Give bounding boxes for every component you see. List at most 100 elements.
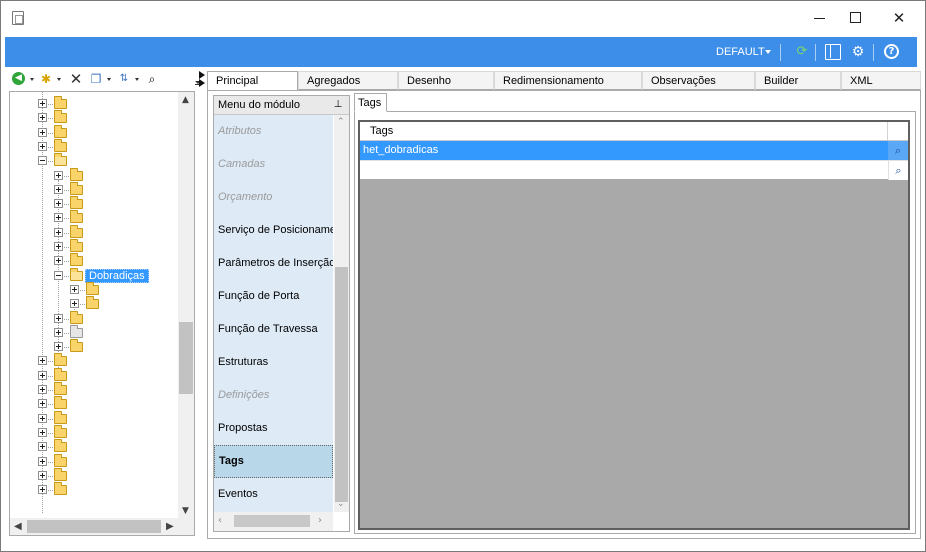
tree-node[interactable] — [10, 339, 178, 354]
module-item-funcao-porta[interactable]: Função de Porta — [214, 280, 333, 313]
expand-icon[interactable] — [38, 399, 47, 409]
tab-redimensionamento[interactable]: Redimensionamento — [494, 71, 642, 90]
module-item-estruturas[interactable]: Estruturas — [214, 346, 333, 379]
expand-icon[interactable] — [54, 170, 63, 180]
tree-node[interactable] — [10, 196, 178, 211]
expand-icon[interactable] — [38, 470, 47, 480]
scroll-up-icon[interactable]: ⌃ — [337, 117, 345, 127]
scrollbar-thumb[interactable] — [27, 520, 161, 533]
expand-icon[interactable] — [38, 370, 47, 380]
tree-node[interactable] — [10, 110, 178, 125]
expand-icon[interactable] — [54, 227, 63, 237]
tab-builder[interactable]: Builder — [755, 71, 841, 90]
expand-icon[interactable] — [54, 342, 63, 352]
expand-icon[interactable] — [38, 113, 47, 123]
expand-icon[interactable] — [38, 356, 47, 366]
tree-node[interactable] — [10, 224, 178, 240]
back-icon[interactable]: ◀ — [12, 72, 25, 85]
tree-node[interactable] — [10, 296, 178, 311]
refresh-icon[interactable]: ⟳ — [794, 44, 810, 60]
delete-icon[interactable]: ✕ — [69, 72, 83, 87]
tree-node[interactable] — [10, 138, 178, 154]
expand-icon[interactable] — [54, 199, 63, 209]
tree-node[interactable] — [10, 382, 178, 397]
minimize-button[interactable] — [808, 7, 832, 29]
scroll-left-icon[interactable]: ◀ — [14, 521, 22, 532]
tree-node[interactable] — [10, 482, 178, 497]
module-item-tags[interactable]: Tags — [214, 445, 333, 478]
tree-node[interactable] — [10, 210, 178, 225]
gears-icon[interactable]: ⚙ — [850, 44, 866, 60]
binoculars-icon[interactable]: ⌕ — [888, 161, 908, 180]
tree-node[interactable] — [10, 281, 178, 297]
expand-icon[interactable] — [38, 127, 47, 137]
folder-tree[interactable]: ▲ ▼ ◀ ▶ Dobradiças — [9, 91, 195, 536]
scrollbar-thumb[interactable] — [234, 515, 310, 527]
sort-dropdown[interactable] — [135, 78, 139, 81]
expand-icon[interactable] — [38, 485, 47, 495]
binoculars-icon[interactable]: ⌕ — [888, 141, 908, 160]
tab-tags[interactable]: Tags — [354, 93, 387, 112]
expand-icon[interactable] — [38, 385, 47, 394]
maximize-button[interactable] — [844, 7, 868, 29]
expand-icon[interactable] — [70, 299, 79, 309]
pin-icon[interactable]: ⊥ — [333, 99, 343, 111]
tree-node-label[interactable]: Dobradiças — [85, 268, 149, 283]
tree-node[interactable] — [10, 367, 178, 383]
expand-icon[interactable] — [54, 213, 63, 223]
scroll-up-icon[interactable]: ▲ — [181, 96, 190, 105]
expand-icon[interactable] — [54, 327, 63, 337]
tree-node[interactable] — [10, 253, 178, 268]
grid-column-header[interactable]: Tags — [360, 122, 908, 141]
expand-icon[interactable] — [54, 242, 63, 251]
expand-icon[interactable] — [38, 442, 47, 452]
copy-dropdown[interactable] — [107, 78, 111, 81]
splitter-handle[interactable] — [199, 71, 205, 87]
expand-icon[interactable] — [38, 99, 47, 108]
tree-vertical-scrollbar[interactable]: ▲ ▼ — [178, 92, 194, 519]
tree-node[interactable] — [10, 396, 178, 411]
new-folder-icon[interactable]: ✱ — [39, 72, 53, 86]
tree-node[interactable] — [10, 453, 178, 469]
help-icon[interactable]: ? — [884, 44, 899, 59]
chevron-down-icon[interactable] — [765, 50, 771, 54]
expand-icon[interactable] — [54, 256, 63, 266]
tree-node[interactable] — [10, 96, 178, 111]
tab-agregados[interactable]: Agregados — [298, 71, 398, 90]
tab-observacoes[interactable]: Observações — [642, 71, 755, 90]
layout-icon[interactable] — [825, 44, 841, 60]
tree-node[interactable] — [10, 124, 178, 140]
new-folder-dropdown[interactable] — [57, 78, 61, 81]
module-item-funcao-travessa[interactable]: Função de Travessa — [214, 313, 333, 346]
tree-node[interactable] — [10, 153, 178, 168]
scroll-right-icon[interactable]: ▶ — [166, 521, 174, 532]
tree-node[interactable] — [10, 181, 178, 197]
expand-icon[interactable] — [38, 413, 47, 423]
sort-icon[interactable]: ⇅ — [117, 72, 131, 86]
tree-node[interactable] — [10, 239, 178, 254]
scroll-down-icon[interactable]: ▼ — [181, 507, 190, 516]
module-item-propostas[interactable]: Propostas — [214, 412, 333, 445]
tree-node-selected[interactable]: Dobradiças — [10, 267, 178, 283]
tree-horizontal-scrollbar[interactable]: ◀ ▶ — [10, 518, 194, 535]
tree-node[interactable] — [10, 167, 178, 183]
collapse-icon[interactable] — [54, 270, 63, 280]
expand-icon[interactable] — [38, 141, 47, 151]
tree-node[interactable] — [10, 410, 178, 426]
tab-principal[interactable]: Principal — [207, 71, 298, 91]
close-button[interactable]: ✕ — [887, 7, 911, 29]
tree-node[interactable] — [10, 310, 178, 326]
expand-icon[interactable] — [38, 456, 47, 466]
tree-node[interactable] — [10, 353, 178, 368]
tree-node[interactable] — [10, 439, 178, 454]
module-item-parametros-insercao[interactable]: Parâmetros de Inserção — [214, 247, 333, 280]
module-item-eventos[interactable]: Eventos — [214, 478, 333, 511]
scrollbar-thumb[interactable] — [335, 267, 348, 502]
scrollbar-thumb[interactable] — [179, 322, 193, 394]
copy-icon[interactable]: ❐ — [89, 72, 103, 86]
tab-desenho[interactable]: Desenho — [398, 71, 494, 90]
binoculars-icon[interactable]: ⌕ — [145, 72, 159, 86]
tree-node[interactable] — [10, 424, 178, 440]
expand-icon[interactable] — [54, 313, 63, 323]
module-item-servico-posicionamento[interactable]: Serviço de Posicionamento — [214, 214, 333, 247]
